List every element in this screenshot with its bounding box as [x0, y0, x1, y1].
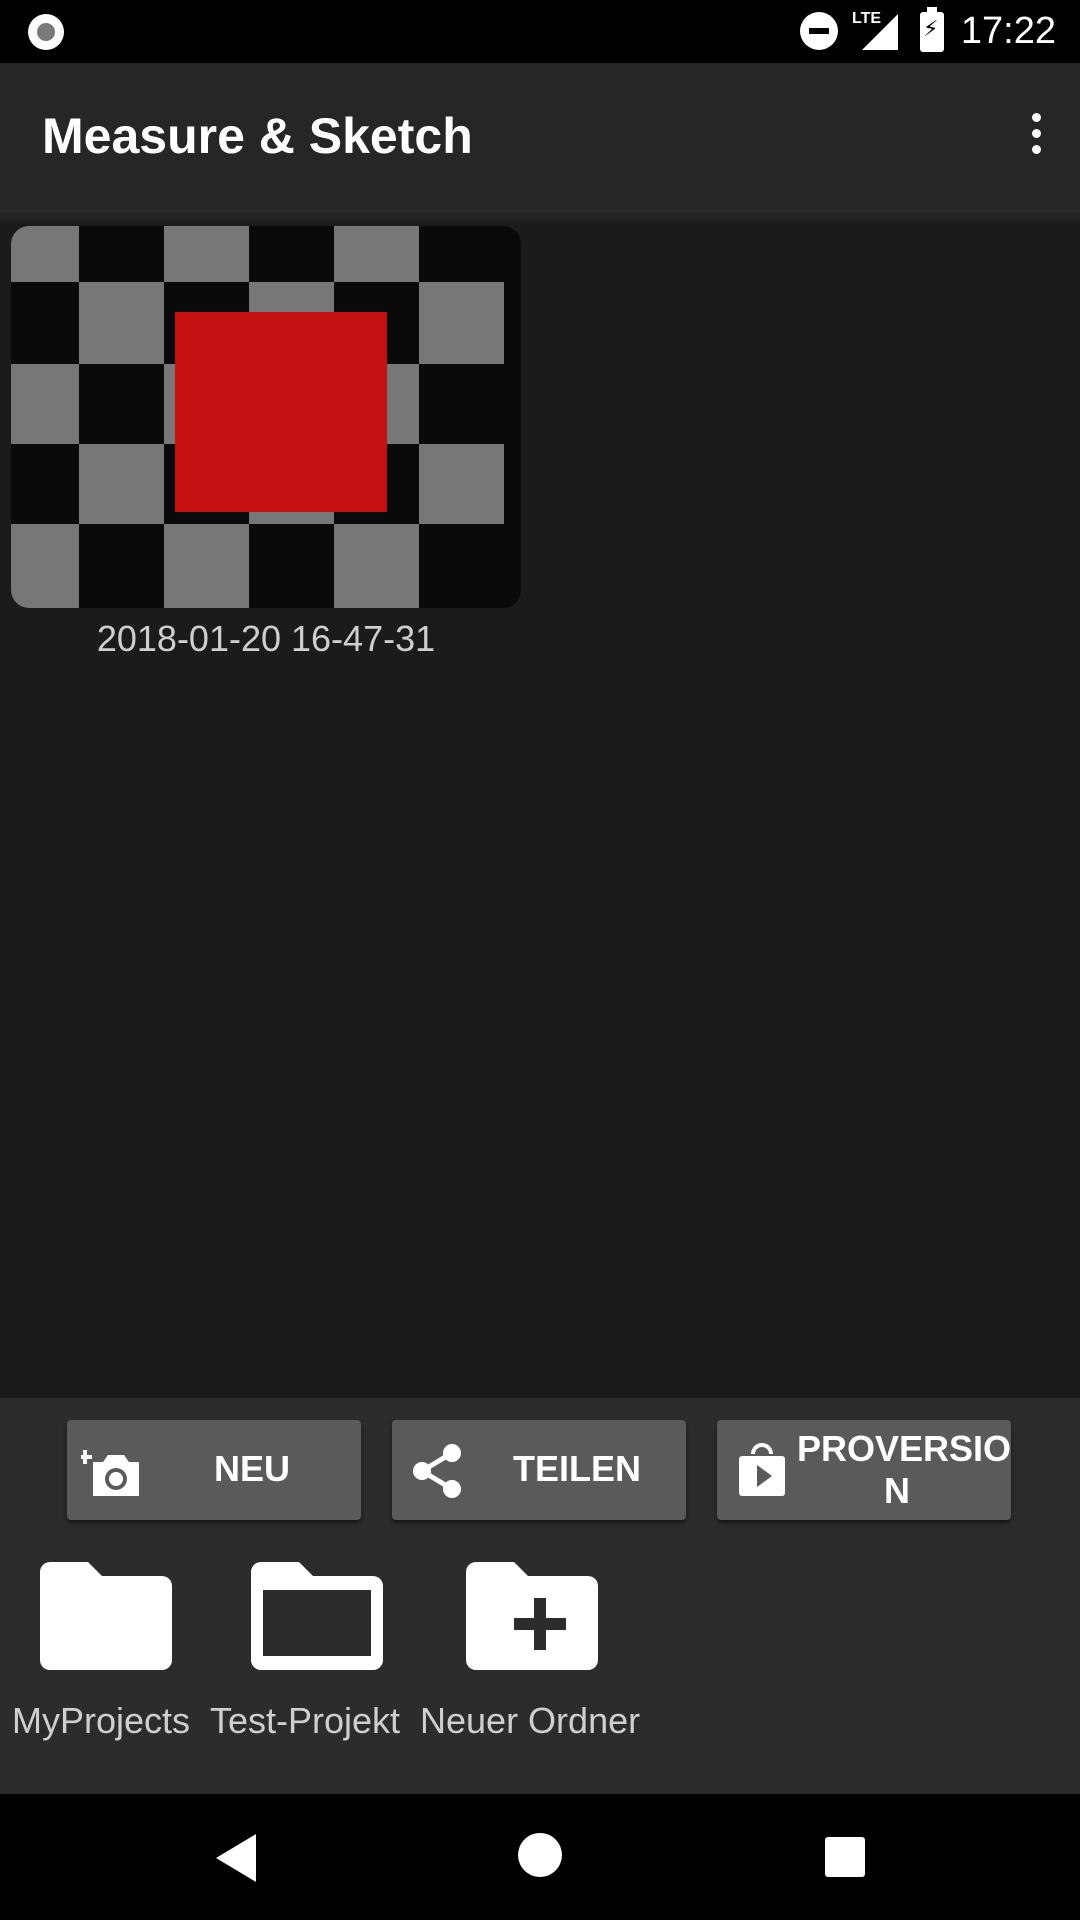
share-button-label: TEILEN	[512, 1448, 641, 1489]
status-bar: LTE 17:22	[0, 0, 1080, 63]
navigation-bar	[0, 1794, 1080, 1920]
share-button[interactable]: TEILEN	[392, 1420, 686, 1520]
recents-icon[interactable]	[825, 1837, 865, 1877]
folder-filled-icon[interactable]	[36, 1560, 176, 1672]
record-icon	[28, 14, 64, 50]
more-vert-icon[interactable]	[1018, 113, 1054, 161]
checkerboard-image	[11, 226, 521, 608]
pro-version-label-line2: N	[884, 1470, 910, 1511]
app-title: Measure & Sketch	[42, 108, 473, 164]
back-icon[interactable]	[216, 1834, 256, 1882]
pro-version-button[interactable]: PROVERSIO N	[717, 1420, 1011, 1520]
play-store-icon	[739, 1443, 785, 1496]
status-time: 17:22	[960, 10, 1056, 52]
do-not-disturb-icon	[800, 12, 838, 50]
folder-label-test-projekt[interactable]: Test-Projekt	[210, 1700, 400, 1742]
battery-charging-icon	[920, 7, 944, 52]
folder-label-myprojects[interactable]: MyProjects	[12, 1700, 190, 1742]
app-bar-shadow	[0, 210, 1080, 226]
folder-label-neuer-ordner[interactable]: Neuer Ordner	[420, 1700, 640, 1742]
add-photo-icon	[81, 1450, 139, 1496]
pro-version-label-line1: PROVERSIO	[797, 1428, 1012, 1469]
new-button[interactable]: NEU	[67, 1420, 361, 1520]
create-new-folder-icon[interactable]	[462, 1560, 602, 1672]
folder-outline-icon[interactable]	[247, 1560, 387, 1672]
red-square	[175, 312, 387, 512]
share-icon	[413, 1444, 461, 1498]
app-bar: Measure & Sketch	[0, 63, 1080, 210]
new-button-label: NEU	[213, 1448, 290, 1489]
project-thumbnail[interactable]	[11, 226, 521, 608]
home-icon[interactable]	[518, 1833, 562, 1877]
project-caption[interactable]: 2018-01-20 16-47-31	[11, 618, 521, 660]
signal-icon	[862, 14, 898, 50]
